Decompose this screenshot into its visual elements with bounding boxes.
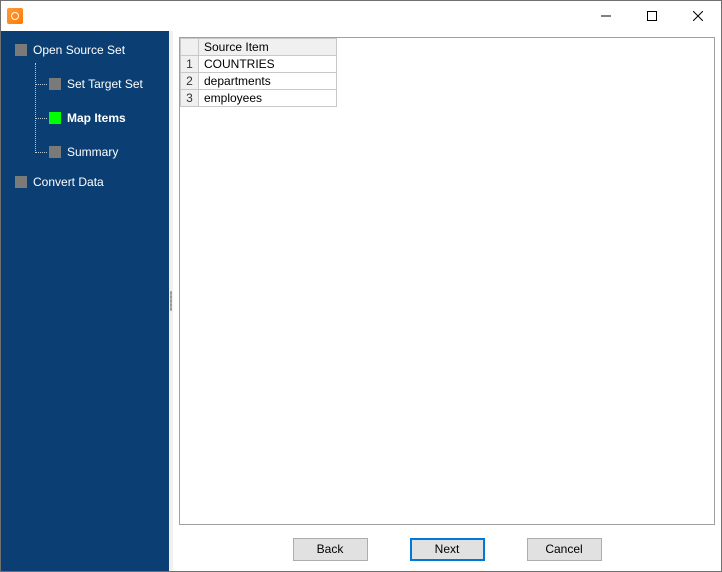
step-node-icon <box>49 146 61 158</box>
step-label: Open Source Set <box>33 43 125 57</box>
maximize-icon <box>647 11 657 21</box>
minimize-icon <box>601 11 611 21</box>
source-items-grid[interactable]: Source Item 1COUNTRIES2departments3emplo… <box>179 37 715 525</box>
wizard-window: Open Source Set Set Target Set Map Items Su… <box>0 0 722 572</box>
step-label: Set Target Set <box>67 77 143 91</box>
table-row[interactable]: 1COUNTRIES <box>181 56 337 73</box>
row-number: 1 <box>181 56 199 73</box>
source-item-cell[interactable]: COUNTRIES <box>199 56 337 73</box>
table-row[interactable]: 2departments <box>181 73 337 90</box>
close-icon <box>693 11 703 21</box>
table-row[interactable]: 3employees <box>181 90 337 107</box>
step-label: Map Items <box>67 111 126 125</box>
wizard-step-map-items[interactable]: Map Items <box>49 107 169 129</box>
column-header-source-item[interactable]: Source Item <box>199 39 337 56</box>
source-item-cell[interactable]: departments <box>199 73 337 90</box>
step-label: Summary <box>67 145 118 159</box>
minimize-button[interactable] <box>583 1 629 31</box>
row-number: 3 <box>181 90 199 107</box>
row-number: 2 <box>181 73 199 90</box>
wizard-steps-sidebar: Open Source Set Set Target Set Map Items Su… <box>1 31 169 571</box>
step-node-icon <box>15 176 27 188</box>
cancel-button[interactable]: Cancel <box>527 538 602 561</box>
titlebar <box>1 1 721 31</box>
step-node-icon <box>49 78 61 90</box>
next-button[interactable]: Next <box>410 538 485 561</box>
app-icon <box>7 8 23 24</box>
close-button[interactable] <box>675 1 721 31</box>
wizard-step-set-target-set[interactable]: Set Target Set <box>49 73 169 95</box>
back-button[interactable]: Back <box>293 538 368 561</box>
wizard-buttons: Back Next Cancel <box>179 525 715 565</box>
source-item-cell[interactable]: employees <box>199 90 337 107</box>
wizard-step-convert-data[interactable]: Convert Data <box>15 171 169 193</box>
step-label: Convert Data <box>33 175 104 189</box>
grid-corner <box>181 39 199 56</box>
wizard-step-open-source-set[interactable]: Open Source Set <box>15 39 169 61</box>
step-node-icon <box>15 44 27 56</box>
wizard-step-summary[interactable]: Summary <box>49 141 169 163</box>
maximize-button[interactable] <box>629 1 675 31</box>
main-panel: Source Item 1COUNTRIES2departments3emplo… <box>173 31 721 571</box>
step-node-icon <box>49 112 61 124</box>
